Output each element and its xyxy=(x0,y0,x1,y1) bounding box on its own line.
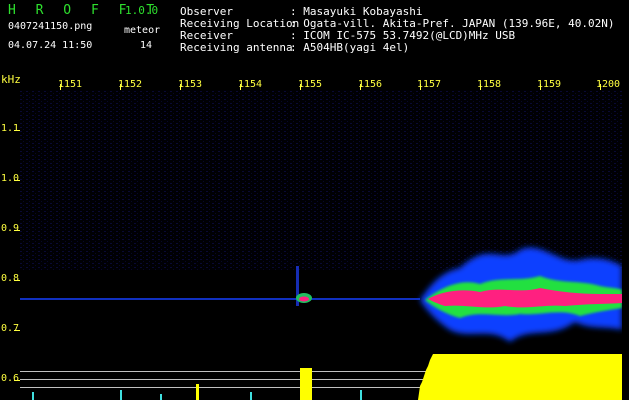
y-tick-label: 1.0 xyxy=(1,173,20,184)
antenna-value: : A504HB(yagi 4el) xyxy=(290,41,410,54)
app-version: 1.0.0 xyxy=(125,4,159,17)
location-value: : Ogata-vill. Akita-Pref. JAPAN (139.96E… xyxy=(290,17,615,30)
date-time: 04.07.24 11:50 xyxy=(8,40,93,51)
meteor-echo xyxy=(296,266,312,306)
x-tick-label: 1152 xyxy=(118,79,143,90)
x-tick-label: 1155 xyxy=(298,79,323,90)
y-tick-label: 0.6 xyxy=(1,373,20,384)
noise-field xyxy=(20,90,622,270)
signal-level-bars xyxy=(32,354,622,400)
x-tick-label: 1154 xyxy=(238,79,263,90)
receiver-value: : ICOM IC-575 53.7492(@LCD)MHz USB xyxy=(290,29,516,42)
x-tick-label: 1151 xyxy=(58,79,83,90)
spectrogram-plot xyxy=(20,90,622,400)
mode-label: meteor xyxy=(124,25,161,36)
y-tick-label: 0.7 xyxy=(1,323,20,334)
receiver-label: Receiver xyxy=(180,29,233,42)
observer-label: Observer xyxy=(180,5,233,18)
antenna-label: Receiving antenna xyxy=(180,41,293,54)
y-tick-label: 0.9 xyxy=(1,223,20,234)
observer-value: : Masayuki Kobayashi xyxy=(290,5,423,18)
location-label: Receiving Location xyxy=(180,17,300,30)
y-unit-label: kHz xyxy=(1,73,21,86)
file-name: 0407241150.png xyxy=(8,21,93,32)
meteor-count: 14 xyxy=(140,40,153,51)
x-tick-label: 1153 xyxy=(178,79,203,90)
y-tick-label: 1.1 xyxy=(1,123,20,134)
x-tick-label: 1156 xyxy=(358,79,383,90)
y-tick-label: 0.8 xyxy=(1,273,20,284)
carrier-line xyxy=(20,298,420,300)
